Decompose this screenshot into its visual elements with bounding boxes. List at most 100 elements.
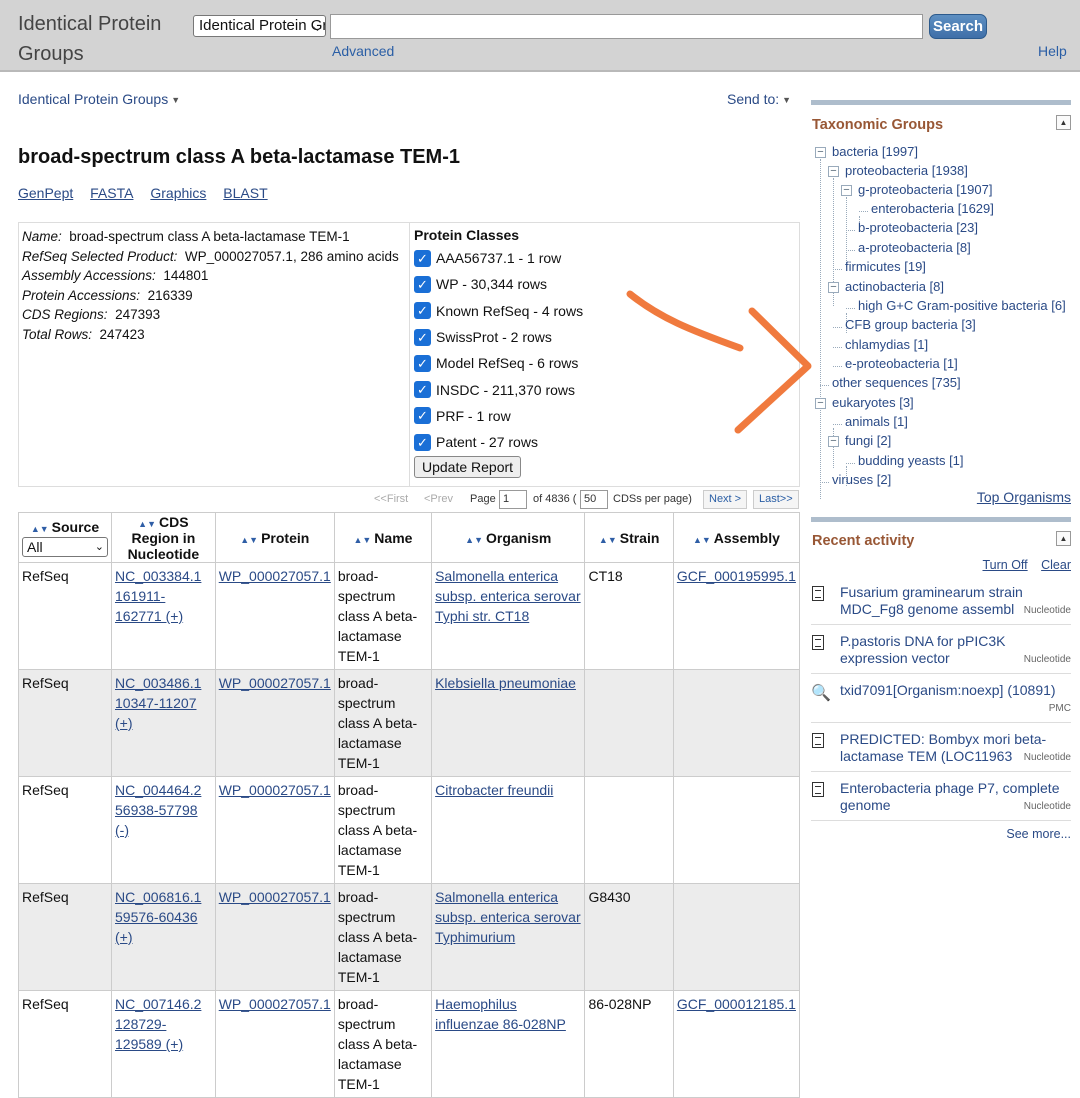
column-header-source[interactable]: ▲▼ Source All ⌄ (18, 512, 112, 563)
checkbox-checked-icon[interactable]: ✓ (414, 354, 431, 372)
fasta-link[interactable]: FASTA (90, 185, 133, 201)
cds-range-link[interactable]: 59576-60436 (+) (115, 909, 198, 945)
tree-node[interactable]: enterobacteria [1629] (871, 201, 994, 216)
search-input[interactable] (330, 14, 923, 39)
tree-node[interactable]: budding yeasts [1] (858, 453, 964, 468)
page-number-input[interactable]: 1 (499, 490, 527, 509)
organism-link[interactable]: Salmonella enterica subsp. enterica sero… (435, 889, 581, 945)
checkbox-checked-icon[interactable]: ✓ (414, 433, 431, 451)
organism-link[interactable]: Klebsiella pneumoniae (435, 675, 576, 691)
protein-link[interactable]: WP_000027057.1 (219, 675, 331, 691)
tree-node[interactable]: e-proteobacteria [1] (845, 356, 958, 371)
see-more-link[interactable]: See more... (811, 827, 1071, 841)
per-page-input[interactable]: 50 (580, 490, 608, 509)
update-report-button[interactable]: Update Report (414, 456, 522, 479)
collapse-icon[interactable]: ▲ (1056, 115, 1071, 130)
collapse-node-icon[interactable]: − (815, 398, 826, 409)
recent-item[interactable]: P.pastoris DNA for pPIC3K expression vec… (811, 625, 1071, 674)
cds-accession-link[interactable]: NC_003384.1 (115, 568, 201, 584)
collapse-node-icon[interactable]: − (815, 147, 826, 158)
protein-class-row[interactable]: ✓ Patent - 27 rows (414, 429, 800, 455)
column-header-strain[interactable]: ▲▼ Strain (584, 512, 674, 563)
recent-item[interactable]: 🔍 txid7091[Organism:noexp] (10891) PMC (811, 674, 1071, 723)
column-header-assembly[interactable]: ▲▼ Assembly (672, 512, 801, 563)
organism-link[interactable]: Citrobacter freundii (435, 782, 553, 798)
protein-link[interactable]: WP_000027057.1 (219, 889, 331, 905)
recent-item[interactable]: PREDICTED: Bombyx mori beta-lactamase TE… (811, 723, 1071, 772)
search-button[interactable]: Search (929, 14, 987, 39)
breadcrumb[interactable]: Identical Protein Groups ▼ (18, 91, 180, 107)
column-header-name[interactable]: ▲▼ Name (333, 512, 433, 563)
organism-link[interactable]: Salmonella enterica subsp. enterica sero… (435, 568, 581, 624)
checkbox-checked-icon[interactable]: ✓ (414, 407, 431, 425)
cds-accession-link[interactable]: NC_006816.1 (115, 889, 201, 905)
tree-node[interactable]: bacteria [1997] (832, 144, 918, 159)
cds-range-link[interactable]: 161911-162771 (+) (115, 588, 183, 624)
site-logo[interactable]: Identical Protein Groups (18, 9, 178, 69)
protein-class-row[interactable]: ✓ AAA56737.1 - 1 row (414, 245, 800, 271)
protein-class-row[interactable]: ✓ WP - 30,344 rows (414, 271, 800, 297)
organism-link[interactable]: Haemophilus influenzae 86-028NP (435, 996, 566, 1032)
checkbox-checked-icon[interactable]: ✓ (414, 249, 431, 267)
assembly-link[interactable]: GCF_000012185.1 (677, 996, 796, 1012)
column-header-cds-region[interactable]: ▲▼ CDS Region in Nucleotide (111, 512, 216, 563)
tree-node[interactable]: CFB group bacteria [3] (845, 317, 976, 332)
top-organisms-link[interactable]: Top Organisms (977, 489, 1071, 505)
tree-node[interactable]: eukaryotes [3] (832, 395, 914, 410)
column-header-organism[interactable]: ▲▼ Organism (431, 512, 586, 563)
protein-class-row[interactable]: ✓ PRF - 1 row (414, 403, 800, 429)
first-page-link[interactable]: <<First (374, 493, 408, 505)
cds-accession-link[interactable]: NC_007146.2 (115, 996, 201, 1012)
collapse-node-icon[interactable]: − (828, 436, 839, 447)
tree-node[interactable]: chlamydias [1] (845, 337, 928, 352)
checkbox-checked-icon[interactable]: ✓ (414, 302, 431, 320)
protein-class-row[interactable]: ✓ Model RefSeq - 6 rows (414, 350, 800, 376)
blast-link[interactable]: BLAST (223, 185, 267, 201)
graphics-link[interactable]: Graphics (150, 185, 206, 201)
checkbox-checked-icon[interactable]: ✓ (414, 275, 431, 293)
collapse-icon[interactable]: ▲ (1056, 531, 1071, 546)
next-page-button[interactable]: Next > (703, 490, 748, 509)
tree-node[interactable]: other sequences [735] (832, 375, 961, 390)
database-select[interactable]: Identical Protein Groups ⌵ (193, 15, 326, 37)
tree-node[interactable]: high G+C Gram-positive bacteria [6] (858, 298, 1066, 313)
protein-class-row[interactable]: ✓ INSDC - 211,370 rows (414, 376, 800, 402)
collapse-node-icon[interactable]: − (841, 185, 852, 196)
clear-link[interactable]: Clear (1041, 558, 1071, 572)
assembly-link[interactable]: GCF_000195995.1 (677, 568, 796, 584)
tree-node[interactable]: g-proteobacteria [1907] (858, 182, 992, 197)
protein-link[interactable]: WP_000027057.1 (219, 996, 331, 1012)
genpept-link[interactable]: GenPept (18, 185, 73, 201)
send-to-menu[interactable]: Send to: ▼ (727, 91, 791, 107)
last-page-button[interactable]: Last>> (753, 490, 799, 509)
recent-item[interactable]: Fusarium graminearum strain MDC_Fg8 geno… (811, 576, 1071, 625)
cds-range-link[interactable]: 56938-57798 (-) (115, 802, 198, 838)
collapse-node-icon[interactable]: − (828, 282, 839, 293)
cds-accession-link[interactable]: NC_004464.2 (115, 782, 201, 798)
prev-page-link[interactable]: <Prev (424, 493, 453, 505)
tree-node[interactable]: actinobacteria [8] (845, 279, 944, 294)
collapse-node-icon[interactable]: − (828, 166, 839, 177)
column-header-protein[interactable]: ▲▼ Protein (214, 512, 335, 563)
turn-off-link[interactable]: Turn Off (982, 558, 1027, 572)
cds-range-link[interactable]: 128729-129589 (+) (115, 1016, 183, 1052)
tree-node[interactable]: firmicutes [19] (845, 259, 926, 274)
source-filter-select[interactable]: All ⌄ (22, 536, 108, 557)
protein-class-row[interactable]: ✓ Known RefSeq - 4 rows (414, 298, 800, 324)
tree-node[interactable]: b-proteobacteria [23] (858, 220, 978, 235)
cds-accession-link[interactable]: NC_003486.1 (115, 675, 201, 691)
tree-node[interactable]: fungi [2] (845, 433, 891, 448)
advanced-search-link[interactable]: Advanced (332, 43, 394, 59)
help-link[interactable]: Help (1038, 43, 1067, 59)
checkbox-checked-icon[interactable]: ✓ (414, 328, 431, 346)
checkbox-checked-icon[interactable]: ✓ (414, 381, 431, 399)
tree-node[interactable]: animals [1] (845, 414, 908, 429)
tree-node[interactable]: viruses [2] (832, 472, 891, 487)
protein-link[interactable]: WP_000027057.1 (219, 782, 331, 798)
recent-item[interactable]: Enterobacteria phage P7, complete genome… (811, 772, 1071, 821)
tree-node[interactable]: a-proteobacteria [8] (858, 240, 971, 255)
recent-item-link[interactable]: txid7091[Organism:noexp] (10891) (840, 682, 1072, 699)
protein-class-row[interactable]: ✓ SwissProt - 2 rows (414, 324, 800, 350)
protein-link[interactable]: WP_000027057.1 (219, 568, 331, 584)
tree-node[interactable]: proteobacteria [1938] (845, 163, 968, 178)
